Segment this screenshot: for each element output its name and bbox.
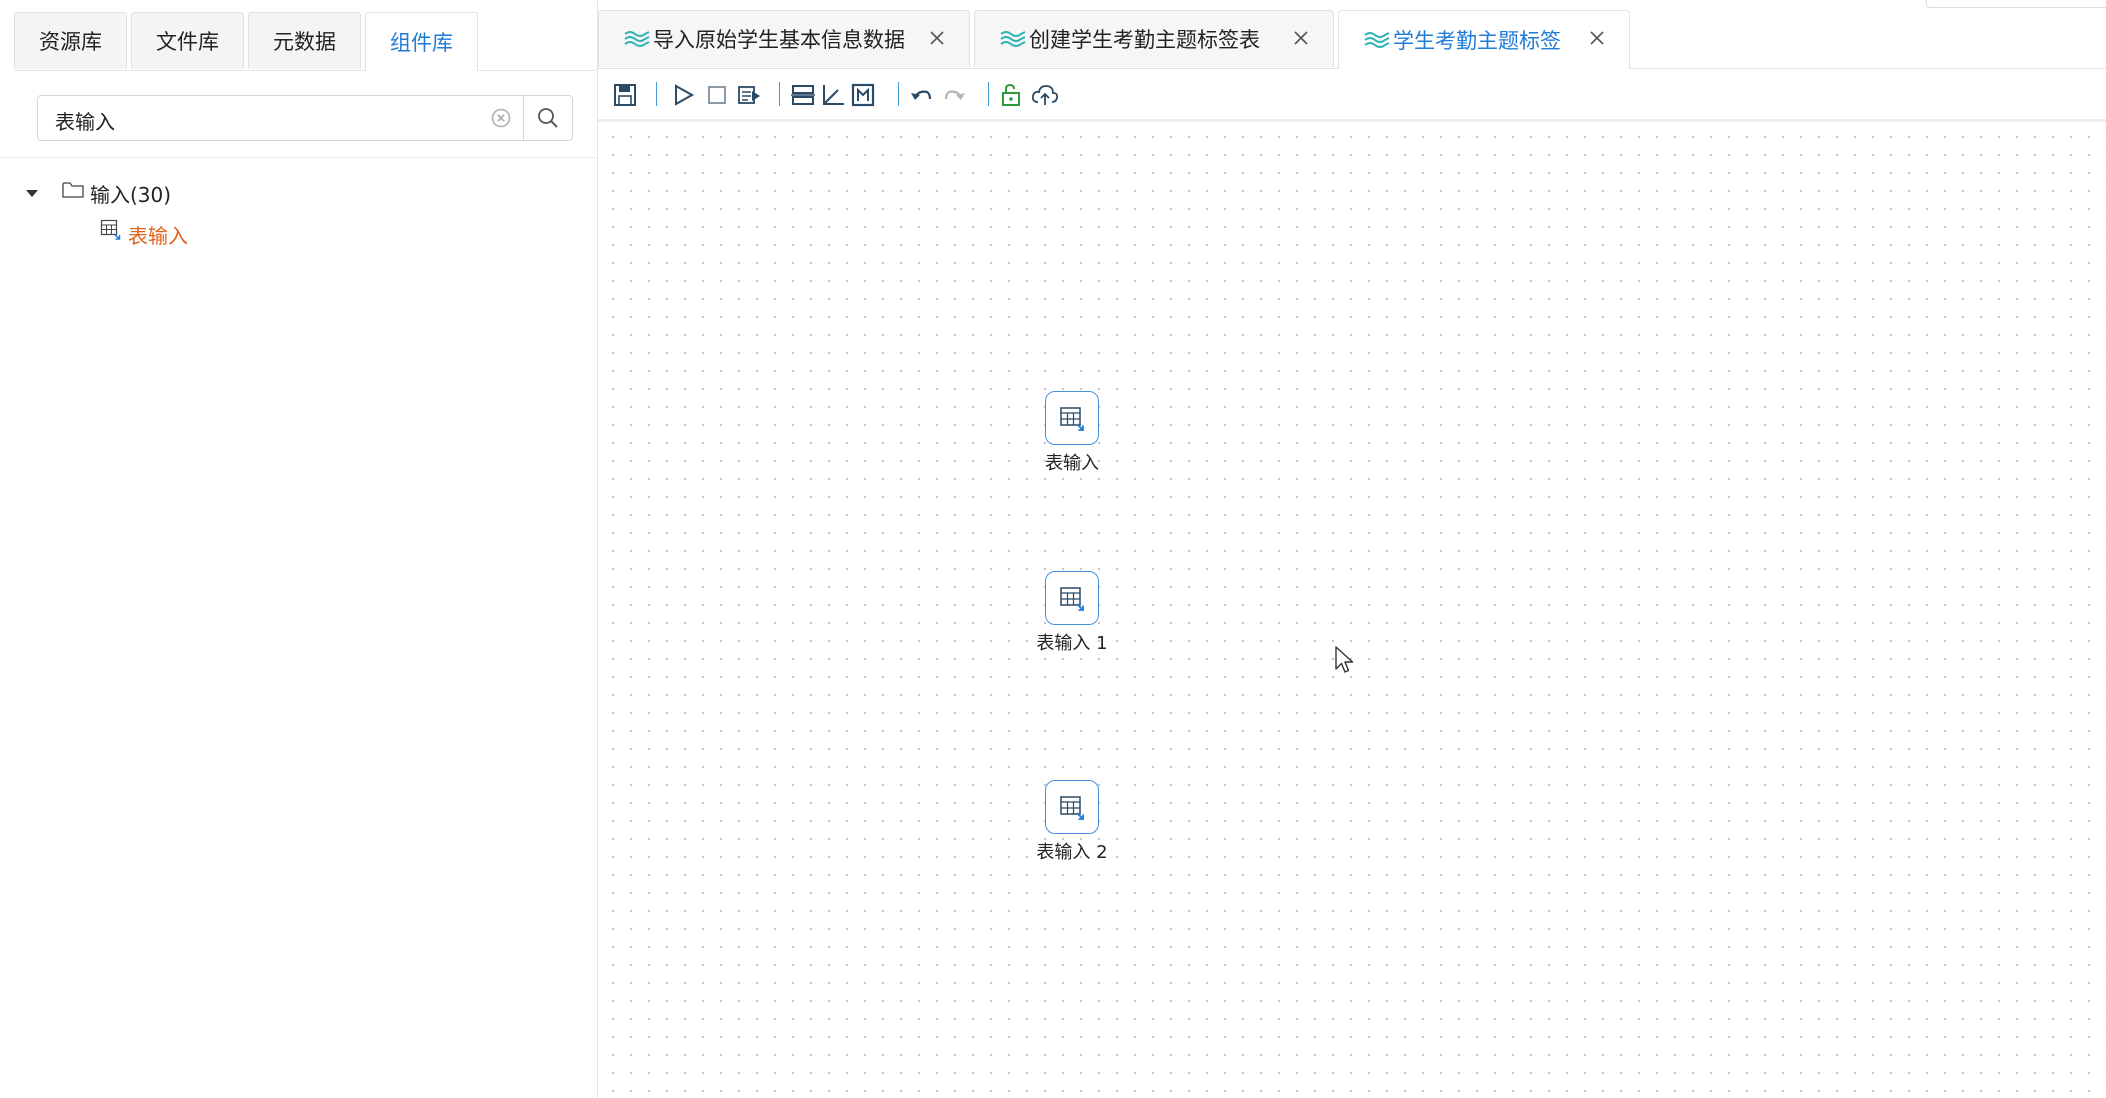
canvas-node-table-input-2[interactable]: 表输入 2 bbox=[1002, 780, 1142, 864]
tree-item-table-input[interactable]: 表输入 bbox=[100, 219, 188, 248]
transformation-icon bbox=[624, 31, 650, 47]
folder-icon bbox=[62, 182, 84, 198]
stop-icon[interactable] bbox=[704, 82, 730, 108]
node-icon-box[interactable] bbox=[1045, 571, 1099, 625]
node-icon-box[interactable] bbox=[1045, 391, 1099, 445]
table-input-icon bbox=[1060, 796, 1084, 820]
left-tab-bar: 资源库 文件库 元数据 组件库 bbox=[14, 12, 597, 71]
tab-label: 资源库 bbox=[39, 30, 102, 54]
close-icon[interactable] bbox=[927, 28, 947, 48]
tab-metadata[interactable]: 元数据 bbox=[248, 12, 361, 69]
unlock-icon[interactable] bbox=[998, 82, 1024, 108]
tree-folder-input[interactable]: 输入(30) bbox=[24, 179, 171, 207]
align-icon[interactable] bbox=[790, 82, 816, 108]
design-canvas[interactable]: 表输入 表输入 1 表输入 2 bbox=[598, 122, 2106, 1098]
node-label: 表输入 2 bbox=[1036, 842, 1108, 863]
preview-icon[interactable] bbox=[736, 82, 762, 108]
close-icon[interactable] bbox=[1291, 28, 1311, 48]
doc-tab-attendance-tags[interactable]: 学生考勤主题标签 bbox=[1338, 10, 1630, 69]
node-label: 表输入 1 bbox=[1036, 633, 1108, 654]
toolbar-separator bbox=[656, 82, 657, 106]
canvas-node-table-input-1[interactable]: 表输入 1 bbox=[1002, 571, 1142, 655]
tab-resource-library[interactable]: 资源库 bbox=[14, 12, 127, 69]
mouse-cursor-icon bbox=[1335, 646, 1354, 673]
run-icon[interactable] bbox=[670, 82, 696, 108]
toolbar-separator bbox=[988, 82, 989, 106]
search-button[interactable] bbox=[523, 96, 572, 140]
search-input-value[interactable]: 表输入 bbox=[55, 106, 115, 135]
doc-tab-label: 导入原始学生基本信息数据 bbox=[653, 28, 905, 52]
toolbar-separator bbox=[898, 82, 899, 106]
doc-tab-create-attendance-table[interactable]: 创建学生考勤主题标签表 bbox=[974, 10, 1334, 67]
document-tab-bar: 导入原始学生基本信息数据 创建学生考勤主题标签表 学生考勤主题标签 bbox=[598, 10, 2106, 69]
table-input-icon bbox=[1060, 587, 1084, 611]
tab-label: 元数据 bbox=[273, 30, 336, 54]
search-input[interactable]: 表输入 bbox=[37, 95, 573, 141]
tab-file-library[interactable]: 文件库 bbox=[131, 12, 244, 69]
search-icon bbox=[538, 108, 558, 128]
redo-icon[interactable] bbox=[942, 82, 968, 108]
tab-label: 组件库 bbox=[390, 31, 453, 55]
tree-folder-label: 输入(30) bbox=[90, 182, 172, 207]
doc-tab-import-student-info[interactable]: 导入原始学生基本信息数据 bbox=[598, 10, 970, 67]
transformation-icon bbox=[1364, 32, 1390, 48]
canvas-node-table-input[interactable]: 表输入 bbox=[1002, 391, 1142, 475]
node-label: 表输入 bbox=[1045, 453, 1099, 474]
close-icon[interactable] bbox=[1587, 28, 1607, 48]
tab-component-library[interactable]: 组件库 bbox=[365, 12, 478, 71]
left-panel: 资源库 文件库 元数据 组件库 表输入 输入(30) 表输入 bbox=[0, 0, 598, 1098]
upload-icon[interactable] bbox=[1030, 82, 1060, 108]
toolbar-separator bbox=[779, 82, 780, 106]
toolbar bbox=[598, 69, 2106, 122]
doc-tab-label: 学生考勤主题标签 bbox=[1393, 29, 1561, 53]
clear-icon[interactable] bbox=[489, 106, 513, 130]
table-input-icon bbox=[100, 219, 121, 240]
save-icon[interactable] bbox=[612, 82, 638, 108]
node-icon-box[interactable] bbox=[1045, 780, 1099, 834]
doc-tab-label: 创建学生考勤主题标签表 bbox=[1029, 28, 1260, 52]
caret-down-icon[interactable] bbox=[24, 185, 40, 201]
layout-icon[interactable] bbox=[850, 82, 876, 108]
tree-item-label: 表输入 bbox=[128, 223, 188, 248]
axis-icon[interactable] bbox=[820, 82, 846, 108]
undo-icon[interactable] bbox=[908, 82, 934, 108]
top-right-control[interactable] bbox=[1926, 0, 2106, 8]
divider bbox=[0, 157, 597, 158]
table-input-icon bbox=[1060, 407, 1084, 431]
tab-label: 文件库 bbox=[156, 30, 219, 54]
transformation-icon bbox=[1000, 31, 1026, 47]
